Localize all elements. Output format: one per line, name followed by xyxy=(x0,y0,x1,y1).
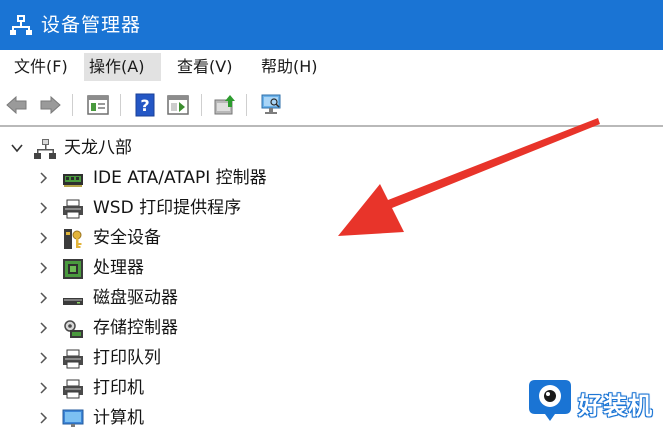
menu-view[interactable]: 查看(V) xyxy=(172,53,237,81)
chevron-right-icon[interactable] xyxy=(36,321,50,335)
device-manager-window: 设备管理器 文件(F) 操作(A) 查看(V) 帮助(H) ? 天龙八部 IDE… xyxy=(0,0,663,427)
toolbar-separator xyxy=(72,94,73,116)
printer-icon xyxy=(63,379,83,399)
tree-item-label: WSD 打印提供程序 xyxy=(93,198,242,218)
update-driver-icon[interactable] xyxy=(213,93,237,117)
back-arrow-icon[interactable] xyxy=(5,93,29,117)
toolbar-separator xyxy=(201,94,202,116)
tree-item[interactable]: 打印队列 xyxy=(0,343,663,373)
device-manager-icon xyxy=(10,15,32,35)
watermark: 好装机 xyxy=(518,372,663,427)
chevron-right-icon[interactable] xyxy=(36,201,50,215)
chevron-right-icon[interactable] xyxy=(36,351,50,365)
chevron-right-icon[interactable] xyxy=(36,381,50,395)
tree-item-label: IDE ATA/ATAPI 控制器 xyxy=(93,168,267,188)
tree-item-label: 安全设备 xyxy=(93,228,161,248)
menu-action[interactable]: 操作(A) xyxy=(84,53,161,81)
security-key-icon xyxy=(64,229,82,249)
tree-item-label: 计算机 xyxy=(93,408,144,427)
tree-item[interactable]: 处理器 xyxy=(0,253,663,283)
title-bar[interactable]: 设备管理器 xyxy=(0,0,663,50)
tree-item[interactable]: 磁盘驱动器 xyxy=(0,283,663,313)
show-hide-tree-icon[interactable] xyxy=(166,93,190,117)
chevron-right-icon[interactable] xyxy=(36,411,50,425)
toolbar-separator xyxy=(120,94,121,116)
computer-network-icon xyxy=(34,139,56,159)
processor-icon xyxy=(63,259,83,279)
chevron-right-icon[interactable] xyxy=(36,261,50,275)
monitor-icon xyxy=(62,409,84,427)
menu-bar: 文件(F) 操作(A) 查看(V) 帮助(H) xyxy=(0,50,663,86)
forward-arrow-icon[interactable] xyxy=(38,93,62,117)
window-title: 设备管理器 xyxy=(41,14,142,36)
printer-icon xyxy=(63,349,83,369)
tree-item[interactable]: 存储控制器 xyxy=(0,313,663,343)
help-icon[interactable]: ? xyxy=(133,93,157,117)
chevron-right-icon[interactable] xyxy=(36,231,50,245)
printer-icon xyxy=(63,199,83,219)
watermark-logo-icon xyxy=(529,380,571,421)
menu-file[interactable]: 文件(F) xyxy=(9,53,73,81)
tree-item-label: 打印机 xyxy=(93,378,144,398)
annotation-arrow xyxy=(338,118,600,236)
tree-item-label: 打印队列 xyxy=(93,348,161,368)
watermark-text: 好装机 xyxy=(578,392,653,420)
tree-root-label: 天龙八部 xyxy=(64,138,132,158)
menu-help[interactable]: 帮助(H) xyxy=(256,53,323,81)
disk-drive-icon xyxy=(63,298,83,305)
svg-text:?: ? xyxy=(140,96,149,115)
storage-controller-icon xyxy=(64,320,83,338)
tree-item-label: 处理器 xyxy=(93,258,144,278)
tree-item-label: 磁盘驱动器 xyxy=(93,288,178,308)
properties-panel-icon[interactable] xyxy=(86,93,110,117)
toolbar-separator xyxy=(246,94,247,116)
chevron-down-icon[interactable] xyxy=(10,141,24,155)
chevron-right-icon[interactable] xyxy=(36,291,50,305)
scan-hardware-icon[interactable] xyxy=(259,93,283,117)
tree-item-label: 存储控制器 xyxy=(93,318,178,338)
chevron-right-icon[interactable] xyxy=(36,171,50,185)
ide-controller-icon xyxy=(63,174,83,187)
